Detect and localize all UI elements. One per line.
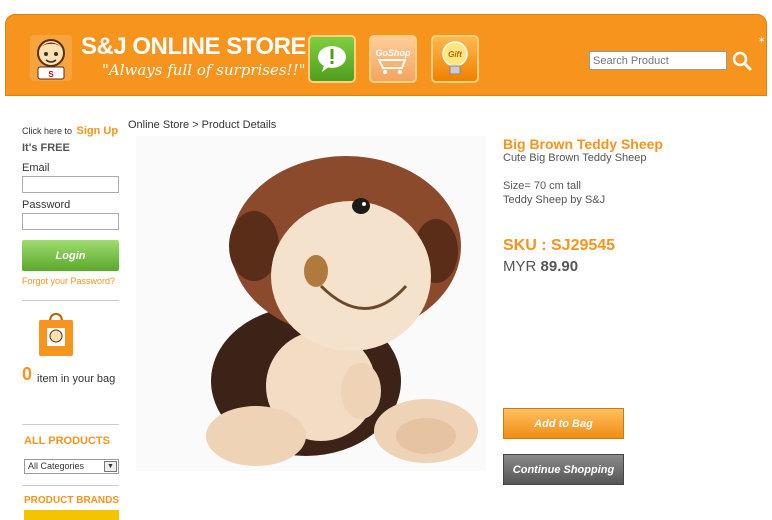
- password-label: Password: [22, 199, 71, 211]
- continue-shopping-button[interactable]: Continue Shopping: [503, 454, 624, 485]
- password-field[interactable]: [22, 213, 119, 230]
- breadcrumb: Online Store > Product Details: [128, 119, 277, 131]
- email-field[interactable]: [22, 176, 119, 193]
- click-here-text: Click here to: [22, 126, 73, 136]
- bag-text: item in your bag: [37, 373, 116, 385]
- goshop-cart-icon[interactable]: GoShop: [369, 35, 417, 83]
- store-title: S&J ONLINE STORE: [81, 33, 306, 60]
- category-select[interactable]: All Categories ▼: [24, 459, 119, 474]
- all-products-heading: ALL PRODUCTS: [24, 435, 110, 447]
- product-name: Big Brown Teddy Sheep: [503, 136, 663, 152]
- svg-text:S: S: [48, 70, 54, 79]
- page: S S&J ONLINE STORE "Always full of surpr…: [0, 0, 772, 520]
- divider: [22, 485, 119, 486]
- mascot-logo-icon[interactable]: S: [28, 33, 74, 83]
- product-brands-heading: PRODUCT BRANDS: [24, 495, 119, 506]
- price-value: 89.90: [540, 258, 579, 275]
- gift-bulb-icon[interactable]: Gift: [431, 35, 479, 83]
- signup-link[interactable]: Sign Up: [76, 125, 118, 137]
- store-tagline: "Always full of surprises!!": [102, 61, 306, 79]
- speech-bubble-icon[interactable]: [308, 35, 356, 83]
- product-brand: Teddy Sheep by S&J: [503, 194, 606, 206]
- product-image: [136, 136, 486, 471]
- divider: [22, 424, 119, 425]
- search-icon[interactable]: [732, 51, 752, 71]
- category-selected: All Categories: [28, 461, 85, 471]
- product-sku: SKU : SJ29545: [503, 237, 616, 254]
- shopping-bag-icon[interactable]: [36, 312, 76, 358]
- divider: [22, 300, 119, 301]
- goshop-label: GoShop: [376, 48, 411, 58]
- forgot-password-link[interactable]: Forgot your Password?: [22, 276, 115, 286]
- search-input[interactable]: [589, 51, 727, 70]
- add-to-bag-button[interactable]: Add to Bag: [503, 408, 624, 439]
- gift-label: Gift: [448, 50, 462, 59]
- bag-count: 0: [22, 364, 33, 384]
- login-button[interactable]: Login: [22, 240, 119, 271]
- free-text: It's FREE: [22, 142, 70, 154]
- email-label: Email: [22, 162, 50, 174]
- price-currency: MYR: [503, 258, 537, 275]
- brand-logo[interactable]: [24, 510, 119, 520]
- product-size: Size= 70 cm tall: [503, 180, 581, 192]
- sidebar: Click here to Sign Up It's FREE Email Pa…: [22, 118, 120, 230]
- product-price: MYR 89.90: [503, 258, 578, 275]
- chevron-down-icon[interactable]: ▼: [104, 461, 117, 472]
- product-subtitle: Cute Big Brown Teddy Sheep: [503, 152, 647, 164]
- star-icon: ✶: [758, 35, 766, 45]
